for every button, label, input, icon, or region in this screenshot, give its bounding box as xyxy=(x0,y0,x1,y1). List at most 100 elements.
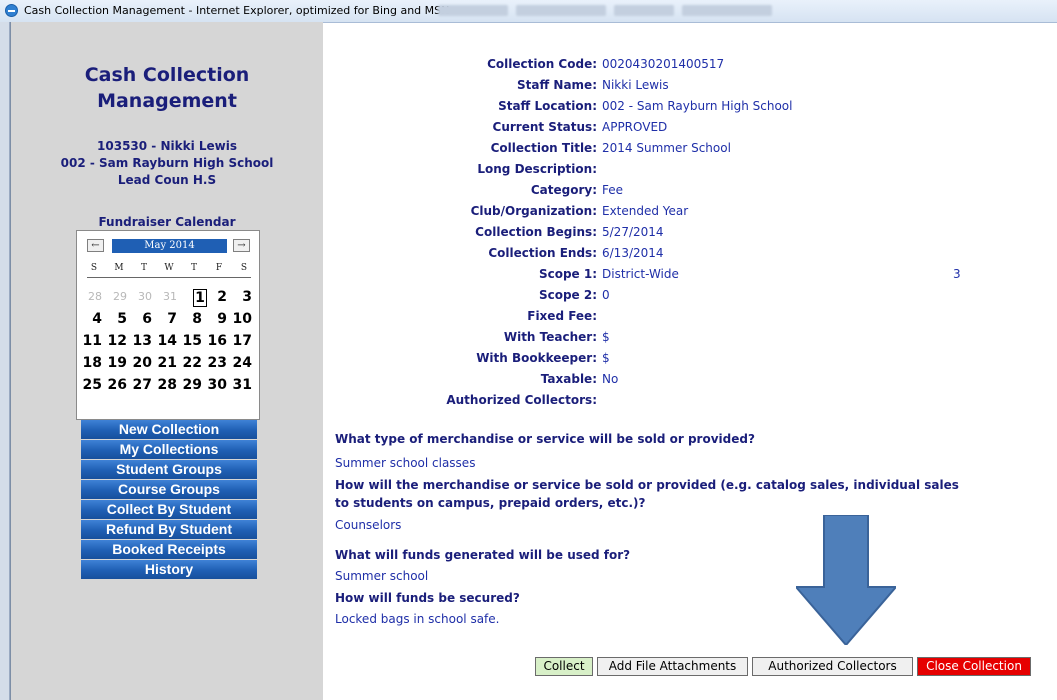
calendar-day[interactable]: 22 xyxy=(180,354,202,372)
field-label: Long Description: xyxy=(477,162,597,176)
calendar-day[interactable]: 27 xyxy=(130,376,152,394)
calendar-weekday: M xyxy=(114,263,124,273)
field-value: 0020430201400517 xyxy=(602,57,725,71)
nav-item-booked-receipts[interactable]: Booked Receipts xyxy=(81,540,257,559)
authorized-collectors-button[interactable]: Authorized Collectors xyxy=(752,657,913,676)
user-id-name: 103530 - Nikki Lewis xyxy=(97,139,237,153)
calendar-day[interactable]: 8 xyxy=(180,310,202,328)
field-value: 2014 Summer School xyxy=(602,141,731,155)
nav-item-student-groups[interactable]: Student Groups xyxy=(81,460,257,479)
detail-row: Category: Fee xyxy=(323,181,1057,199)
nav-item-my-collections[interactable]: My Collections xyxy=(81,440,257,459)
calendar-month-label: May 2014 xyxy=(112,239,227,253)
calendar-day[interactable]: 29 xyxy=(180,376,202,394)
window-left-frame xyxy=(0,22,10,700)
user-info: 103530 - Nikki Lewis 002 - Sam Rayburn H… xyxy=(11,138,323,189)
detail-row: Club/Organization: Extended Year xyxy=(323,202,1057,220)
calendar-day[interactable]: 14 xyxy=(155,332,177,350)
calendar-day[interactable]: 31 xyxy=(155,288,177,306)
app-title: Cash Collection Management xyxy=(11,62,323,114)
next-month-arrow-icon[interactable]: → xyxy=(233,239,250,252)
calendar-day[interactable]: 4 xyxy=(80,310,102,328)
calendar-day[interactable]: 9 xyxy=(205,310,227,328)
scope-count: 3 xyxy=(953,267,961,281)
detail-row: Fixed Fee: xyxy=(323,307,1057,325)
calendar-day[interactable]: 6 xyxy=(130,310,152,328)
calendar-day[interactable]: 18 xyxy=(80,354,102,372)
calendar-day[interactable]: 10 xyxy=(230,310,252,328)
detail-row: Scope 1: District-Wide 3 xyxy=(323,265,1057,283)
calendar-day[interactable]: 26 xyxy=(105,376,127,394)
calendar-day[interactable]: 19 xyxy=(105,354,127,372)
detail-row: Staff Location: 002 - Sam Rayburn High Sc… xyxy=(323,97,1057,115)
field-label: With Teacher: xyxy=(503,330,597,344)
calendar-weekday-header: SMTWTFS xyxy=(84,263,254,275)
field-value: Nikki Lewis xyxy=(602,78,669,92)
calendar-day[interactable]: 15 xyxy=(180,332,202,350)
field-label: Staff Location: xyxy=(498,99,597,113)
blurred-tab xyxy=(682,5,772,16)
nav-menu: New Collection My Collections Student Grou… xyxy=(81,420,257,580)
field-label: Collection Title: xyxy=(490,141,597,155)
field-value: 6/13/2014 xyxy=(602,246,664,260)
calendar-day[interactable]: 20 xyxy=(130,354,152,372)
field-value: 0 xyxy=(602,288,610,302)
nav-item-course-groups[interactable]: Course Groups xyxy=(81,480,257,499)
calendar-day[interactable]: 30 xyxy=(130,288,152,306)
calendar-day[interactable]: 3 xyxy=(230,288,252,306)
calendar-day[interactable]: 28 xyxy=(155,376,177,394)
calendar-day[interactable]: 13 xyxy=(130,332,152,350)
field-value: 002 - Sam Rayburn High School xyxy=(602,99,793,113)
close-collection-button[interactable]: Close Collection xyxy=(917,657,1031,676)
internet-explorer-icon xyxy=(5,4,18,17)
calendar-day[interactable]: 23 xyxy=(205,354,227,372)
calendar-day[interactable]: 29 xyxy=(105,288,127,306)
nav-item-new-collection[interactable]: New Collection xyxy=(81,420,257,439)
blurred-tab xyxy=(516,5,606,16)
field-label: With Bookkeeper: xyxy=(476,351,597,365)
field-value: $ xyxy=(602,351,610,365)
calendar-day[interactable]: 31 xyxy=(230,376,252,394)
field-label: Taxable: xyxy=(540,372,597,386)
nav-item-collect-by-student[interactable]: Collect By Student xyxy=(81,500,257,519)
calendar-day[interactable]: 30 xyxy=(205,376,227,394)
calendar-weekday: W xyxy=(164,263,174,273)
field-label: Collection Ends: xyxy=(488,246,597,260)
calendar-title: Fundraiser Calendar xyxy=(98,215,236,229)
question-text: How will the merchandise or service be s… xyxy=(335,478,959,510)
detail-row: With Teacher: $ xyxy=(323,328,1057,346)
calendar-day[interactable]: 28 xyxy=(80,288,102,306)
nav-item-history[interactable]: History xyxy=(81,560,257,579)
detail-row: Taxable: No xyxy=(323,370,1057,388)
calendar-day[interactable]: 17 xyxy=(230,332,252,350)
window-title-bar: Cash Collection Management - Internet Ex… xyxy=(0,0,1057,23)
down-arrow-icon xyxy=(796,515,896,645)
calendar-day[interactable]: 12 xyxy=(105,332,127,350)
user-location: 002 - Sam Rayburn High School xyxy=(60,156,274,170)
calendar-day[interactable]: 2 xyxy=(205,288,227,306)
prev-month-arrow-icon[interactable]: ← xyxy=(87,239,104,252)
blurred-tab xyxy=(614,5,674,16)
detail-row: Scope 2: 0 xyxy=(323,286,1057,304)
add-file-attachments-button[interactable]: Add File Attachments xyxy=(597,657,748,676)
user-role: Lead Coun H.S xyxy=(117,173,217,187)
nav-item-refund-by-student[interactable]: Refund By Student xyxy=(81,520,257,539)
app-title-line: Cash Collection xyxy=(84,64,250,86)
collection-details: Collection Code: 0020430201400517 Staff Na… xyxy=(323,22,1057,700)
field-value: APPROVED xyxy=(602,120,668,134)
field-value: No xyxy=(602,372,619,386)
calendar-day[interactable]: 5 xyxy=(105,310,127,328)
field-label: Authorized Collectors: xyxy=(446,393,597,407)
calendar-weekday: F xyxy=(215,263,223,273)
calendar-day[interactable]: 21 xyxy=(155,354,177,372)
calendar-day[interactable]: 11 xyxy=(80,332,102,350)
calendar-day[interactable]: 7 xyxy=(155,310,177,328)
field-label: Fixed Fee: xyxy=(527,309,597,323)
calendar-day[interactable]: 24 xyxy=(230,354,252,372)
detail-row: With Bookkeeper: $ xyxy=(323,349,1057,367)
calendar-day[interactable]: 16 xyxy=(205,332,227,350)
detail-row: Long Description: xyxy=(323,160,1057,178)
calendar-day[interactable]: 25 xyxy=(80,376,102,394)
calendar-weekday: S xyxy=(240,263,248,273)
collect-button[interactable]: Collect xyxy=(535,657,593,676)
